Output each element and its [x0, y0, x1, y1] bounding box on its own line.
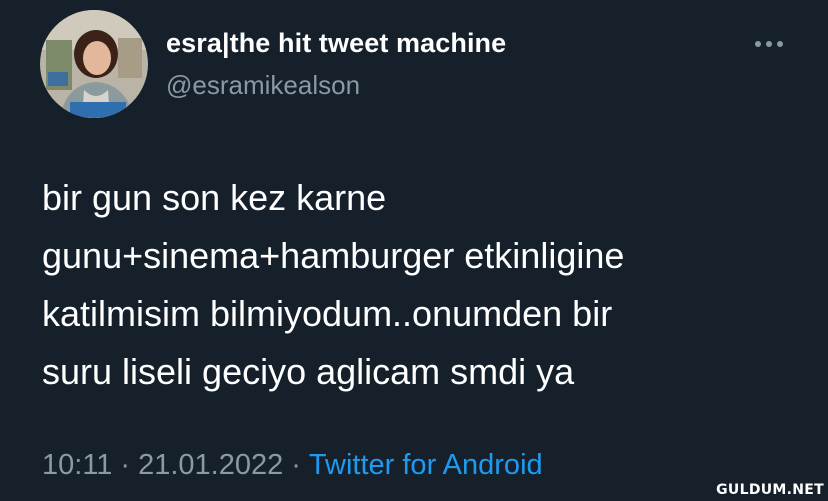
- tweet-time[interactable]: 10:11: [42, 449, 112, 481]
- tweet-text-line: bir gun son kez karne: [42, 177, 387, 218]
- more-horizontal-icon: [755, 41, 783, 47]
- tweet-source-link[interactable]: Twitter for Android: [309, 449, 543, 481]
- tweet-text: bir gun son kez karne gunu+sinema+hambur…: [42, 169, 802, 401]
- tweet-text-line: katilmisim bilmiyodum..onumden bir: [42, 293, 613, 334]
- tweet-card: esra|the hit tweet machine @esramikealso…: [0, 0, 828, 501]
- meta-separator: ·: [291, 449, 301, 481]
- tweet-date[interactable]: 21.01.2022: [138, 449, 283, 481]
- meta-separator: ·: [120, 449, 131, 481]
- display-name[interactable]: esra|the hit tweet machine: [166, 28, 506, 59]
- tweet-text-line: suru liseli geciyo aglicam smdi ya: [42, 351, 575, 392]
- tweet-metadata: 10:11 · 21.01.2022 · Twitter for Android: [42, 449, 543, 482]
- tweet-text-line: gunu+sinema+hamburger etkinligine: [42, 235, 625, 276]
- avatar[interactable]: [40, 10, 148, 118]
- more-options-button[interactable]: [752, 32, 786, 56]
- watermark: GULDUM.NET: [716, 482, 824, 498]
- user-handle[interactable]: @esramikealson: [166, 70, 360, 101]
- avatar-image: [40, 10, 148, 118]
